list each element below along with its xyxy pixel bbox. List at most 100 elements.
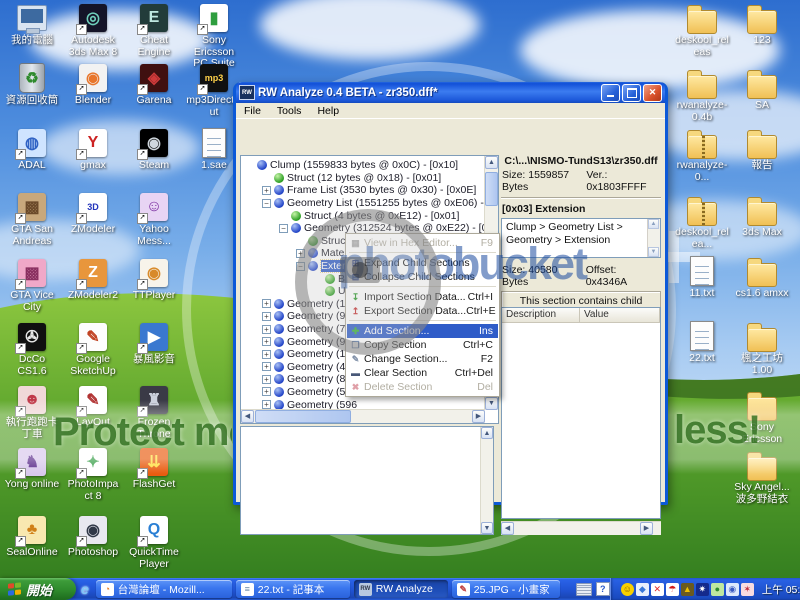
tree-expander[interactable]: + [262,299,271,309]
desktop-icon-sony-ericsson[interactable]: Sony Ericsson [734,390,790,445]
desktop-icon-deskool-releas[interactable]: deskool_releas [674,3,730,58]
desktop-icon-[interactable]: 報告 [734,128,790,172]
desktop-icon-[interactable]: ☻ ➚ 執行跑跑卡丁車 [4,385,60,440]
scroll-down-arrow[interactable]: ▼ [481,522,493,534]
mini-scrollbar[interactable]: ▲ ▼ [647,219,660,257]
minimize-button[interactable] [601,83,620,102]
desktop-icon-11.txt[interactable]: 11.txt [674,256,730,300]
wireless-icon[interactable]: ✷ [695,582,709,596]
context-menu-item-copy-section[interactable]: ❐ Copy Section Ctrl+C [347,338,498,352]
avira-umbrella-icon[interactable]: ☂ [665,582,679,596]
tree-expander[interactable]: − [262,198,271,208]
scroll-thumb[interactable] [485,172,498,206]
scroll-up-arrow[interactable]: ▲ [481,427,493,439]
tree-horizontal-scrollbar[interactable]: ◀ ▶ [241,409,485,423]
taskbar-task-paint[interactable]: ✎ 25.JPG - 小畫家 [451,580,560,598]
context-menu-item-clear-section[interactable]: ▬ Clear Section Ctrl+Del [347,366,498,380]
tree-item[interactable]: − Geometry List (1551255 bytes @ 0xE06) -… [242,197,485,210]
desktop-icon-garena[interactable]: ◈ ➚ Garena [126,63,182,107]
menu-file[interactable]: File [236,104,269,118]
tree-expander[interactable]: − [279,223,288,233]
help-icon[interactable]: ? [595,582,610,596]
scroll-thumb[interactable] [255,410,351,423]
desktop-icon-22.txt[interactable]: 22.txt [674,321,730,365]
tree-expander[interactable]: − [296,261,305,271]
desktop-icon-yong-online[interactable]: ♞ ➚ Yong online [4,447,60,491]
tree-expander[interactable]: + [262,374,271,384]
tree-expander[interactable]: + [262,349,271,359]
taskbar-task-rw[interactable]: RW RW Analyze [353,580,448,598]
desktop-icon-photoimpact-8[interactable]: ✦ ➚ PhotoImpact 8 [65,447,121,502]
messenger-icon[interactable]: ◆ [635,582,649,596]
desktop-icon-gmax[interactable]: Y ➚ gmax [65,128,121,172]
desktop-icon-yahoo-mess...[interactable]: ☺ ➚ Yahoo Mess... [126,192,182,247]
desktop-icon-cs1.6-amxx[interactable]: cs1.6 amxx [734,256,790,300]
desktop-icon-google-sketchup[interactable]: ✎ ➚ Google SketchUp [65,322,121,377]
scroll-right-arrow[interactable]: ▶ [640,522,653,535]
context-menu-item-expand-child-sections[interactable]: ⊞ Expand Child Sections [347,256,498,270]
desktop-icon-ttplayer[interactable]: ◉ ➚ TTPlayer [126,258,182,302]
desktop-icon-sky-angel...[interactable]: Sky Angel... 波多野結衣 [734,450,790,505]
desktop-icon-adal[interactable]: ◍ ➚ ADAL [4,128,60,172]
keyboard-icon[interactable] [575,582,592,596]
badge-icon[interactable]: ✶ [740,582,754,596]
tree-item[interactable]: Struct (12 bytes @ 0x18) - [0x01] [242,172,485,185]
tree-expander[interactable]: + [262,185,271,195]
tree-expander[interactable]: + [296,248,305,258]
tree-item[interactable]: Struct (4 bytes @ 0xE12) - [0x01] [242,209,485,222]
desktop-icon-sa[interactable]: SA [734,68,790,112]
desktop-icon-steam[interactable]: ◉ ➚ Steam [126,128,182,172]
desktop-icon-rwanalyze-0...[interactable]: rwanalyze-0... [674,128,730,183]
desktop-icon-[interactable]: ▶ ➚ 暴風影音 [126,322,182,366]
desktop-icon-zmodeler[interactable]: 3D ➚ ZModeler [65,192,121,236]
desktop-icon-rwanalyze-0.4b[interactable]: rwanalyze-0.4b [674,68,730,123]
desktop-icon-gta-vice-city[interactable]: ▩ ➚ GTA Vice City [4,258,60,313]
menu-tools[interactable]: Tools [269,104,310,118]
desktop-icon-sealonline[interactable]: ♣ ➚ SealOnline [4,515,60,559]
desktop-icon-[interactable]: 我的電腦 [4,3,60,47]
scroll-left-arrow[interactable]: ◀ [501,522,514,535]
title-bar[interactable]: RW RW Analyze 0.4 BETA - zr350.dff* ✕ [236,82,665,103]
desktop-icon-flashget[interactable]: ⇊ ➚ FlashGet [126,447,182,491]
desktop-icon-dcco-cs1.6[interactable]: ✇ ➚ DcCo CS1.6 [4,322,60,377]
desktop-icon-photoshop[interactable]: ◉ ➚ Photoshop [65,515,121,559]
desktop-icon-3ds-max[interactable]: 3ds Max [734,195,790,239]
tree-item[interactable]: Clump (1559833 bytes @ 0x0C) - [0x10] [242,159,485,172]
context-menu-item-import-section-data[interactable]: ↧ Import Section Data... Ctrl+I [347,290,498,304]
tree-expander[interactable]: + [262,337,271,347]
desktop-icon-zmodeler2[interactable]: Z ➚ ZModeler2 [65,258,121,302]
description-value-table[interactable]: Description Value [501,307,661,519]
taskbar-task-notepad[interactable]: ≡ 22.txt - 記事本 [235,580,350,598]
desktop-icon-1.00[interactable]: 楓之工坊1.00 [734,321,790,376]
desktop-icon-frozen-throne[interactable]: ♜ ➚ Frozen Throne [126,385,182,440]
desktop-icon-blender[interactable]: ◉ ➚ Blender [65,63,121,107]
scroll-up-arrow[interactable]: ▲ [485,156,498,169]
context-menu-item-export-section-data[interactable]: ↥ Export Section Data... Ctrl+E [347,304,498,318]
desktop-icon-deskool-relea...[interactable]: deskool_relea... [674,195,730,250]
tree-item[interactable]: + Frame List (3530 bytes @ 0x30) - [0x0E] [242,184,485,197]
context-menu-item-add-section[interactable]: ✚ Add Section... Ins [347,324,498,338]
desktop-icon-cheat-engine[interactable]: E ➚ Cheat Engine [126,3,182,58]
context-menu-item-collapse-child-sections[interactable]: ⊟ Collapse Child Sections [347,270,498,284]
maximize-button[interactable] [622,83,641,102]
internet-explorer-icon[interactable]: e [81,581,89,597]
tree-expander[interactable]: + [262,387,271,397]
desktop-icon-layout[interactable]: ✎ ➚ LayOut [65,385,121,429]
tree-expander[interactable]: + [262,311,271,321]
close-button[interactable]: ✕ [643,83,662,102]
start-button[interactable]: 開始 [0,578,76,600]
scroll-down-arrow[interactable]: ▼ [648,247,659,257]
scroll-left-arrow[interactable]: ◀ [241,410,254,423]
smiley-icon[interactable]: ☺ [620,582,634,596]
menu-help[interactable]: Help [309,104,347,118]
desktop-icon-quicktime-player[interactable]: Q ➚ QuickTime Player [126,515,182,570]
desktop-icon-gta-san-andreas[interactable]: ▩ ➚ GTA San Andreas [4,192,60,247]
panel-vertical-scrollbar[interactable]: ▲ ▼ [480,427,493,534]
status-green-icon[interactable]: ● [710,582,724,596]
tree-expander[interactable]: + [262,324,271,334]
desktop-icon-[interactable]: ♻ 資源回收筒 [4,63,60,107]
output-panel[interactable]: ▲ ▼ [240,426,494,535]
table-horizontal-scrollbar[interactable]: ◀ ▶ [501,521,661,535]
alert-icon[interactable]: ▲ [680,582,694,596]
context-menu-item-change-section[interactable]: ✎ Change Section... F2 [347,352,498,366]
